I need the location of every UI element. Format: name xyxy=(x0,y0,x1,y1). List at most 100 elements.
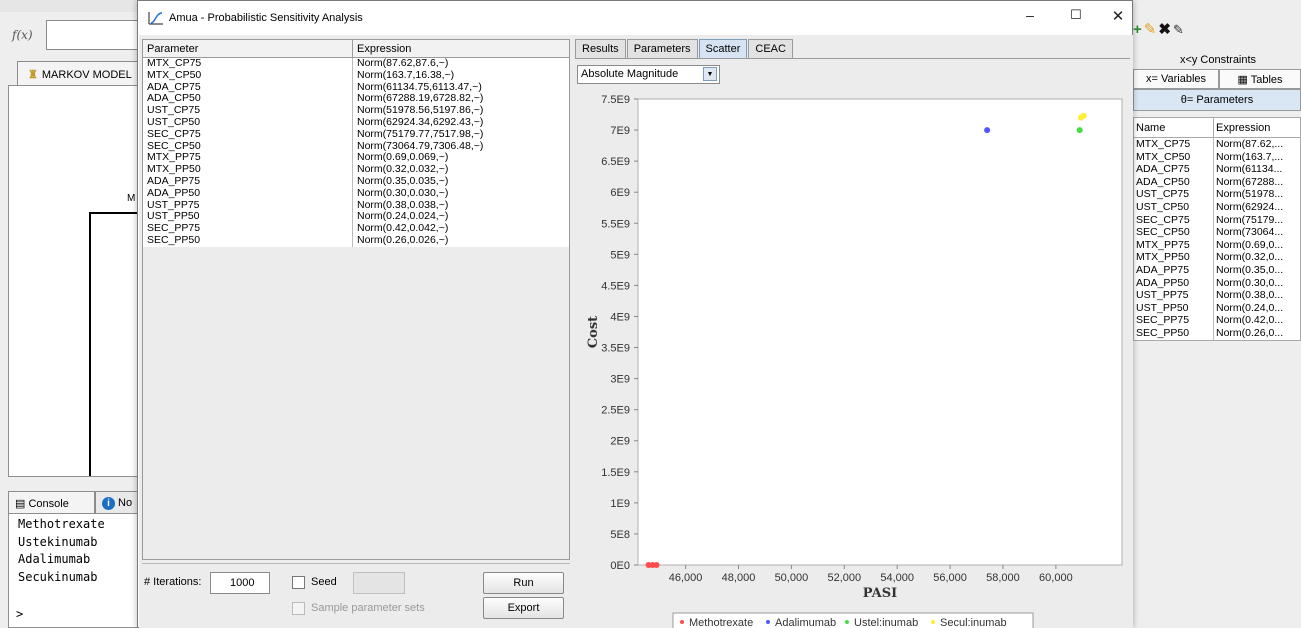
parameter-name-cell: MTX_PP75 xyxy=(1134,238,1214,252)
formula-input[interactable] xyxy=(46,20,140,50)
table-row[interactable]: ADA_PP75 Norm(0.35,0.035,~) xyxy=(143,175,569,188)
tree-node-label: M xyxy=(127,193,136,204)
table-row[interactable]: UST_PP50 Norm(0.24,0... xyxy=(1134,301,1300,315)
tab-results[interactable]: Results xyxy=(575,39,626,59)
table-row[interactable]: MTX_PP50 Norm(0.32,0... xyxy=(1134,251,1300,264)
y-tick-label: 1.5E9 xyxy=(601,467,630,479)
table-row[interactable]: UST_PP75 Norm(0.38,0.038,~) xyxy=(143,199,569,212)
scatter-chart[interactable]: 0E0 5E8 1E9 1.5E9 2E9 2.5E9 3E9 3.5E9 4E9 4.5E9 5E… xyxy=(575,91,1130,628)
table-row[interactable]: MTX_CP50 Norm(163.7,16.38,~) xyxy=(143,69,569,82)
scatter-panel: Absolute Magnitude ▼ 0E0 5E8 1E9 1.5E9 2E9 2.… xyxy=(575,61,1130,628)
table-row[interactable]: UST_PP50 Norm(0.24,0.024,~) xyxy=(143,211,569,224)
edit-icon[interactable]: ✎ xyxy=(1173,22,1186,37)
seed-input[interactable] xyxy=(353,572,405,594)
add-icon[interactable]: + xyxy=(1133,21,1144,38)
table-row[interactable]: ADA_CP50 Norm(67288... xyxy=(1134,175,1300,189)
parameter-expression-cell: Norm(0.32,0... xyxy=(1216,251,1284,264)
parameter-name-cell: MTX_CP75 xyxy=(1134,138,1214,151)
table-row[interactable]: MTX_PP50 Norm(0.32,0.032,~) xyxy=(143,164,569,176)
tables-tab[interactable]: ▦ Tables xyxy=(1219,69,1301,89)
column-header-name[interactable]: Name xyxy=(1134,118,1214,137)
parameter-name-cell: SEC_PP75 xyxy=(143,223,353,235)
minimize-button[interactable]: – xyxy=(1018,7,1042,31)
table-row[interactable]: SEC_CP50 Norm(73064.79,7306.48,~) xyxy=(143,140,569,153)
table-row[interactable]: SEC_PP75 Norm(0.42,0.042,~) xyxy=(143,223,569,235)
column-header-parameter[interactable]: Parameter xyxy=(143,40,353,57)
tab-scatter[interactable]: Scatter xyxy=(698,39,748,59)
right-parameter-table[interactable]: Name Expression MTX_CP75 Norm(87.62,... MT… xyxy=(1133,117,1301,341)
tab-notes[interactable]: i No xyxy=(95,491,140,513)
table-row[interactable]: MTX_CP50 Norm(163.7,... xyxy=(1134,150,1300,164)
parameter-table[interactable]: Parameter Expression MTX_CP75 Norm(87.62,… xyxy=(142,39,570,560)
table-row[interactable]: UST_CP75 Norm(51978.56,5197.86,~) xyxy=(143,105,569,117)
table-row[interactable]: MTX_CP75 Norm(87.62,87.6,~) xyxy=(143,58,569,70)
constraints-tab[interactable]: x<y Constraints xyxy=(1135,51,1301,69)
y-tick-label: 4E9 xyxy=(610,311,630,323)
magnitude-dropdown[interactable]: Absolute Magnitude ▼ xyxy=(577,65,720,84)
seed-checkbox[interactable] xyxy=(292,576,305,589)
table-row[interactable]: ADA_PP75 Norm(0.35,0... xyxy=(1134,263,1300,277)
parameter-expression-cell: Norm(51978... xyxy=(1216,188,1284,201)
parameter-expression-cell: Norm(0.42,0.042,~) xyxy=(357,223,449,235)
parameter-expression-cell: Norm(75179.77,7517.98,~) xyxy=(357,128,484,140)
tab-divider xyxy=(575,58,1130,59)
parameter-table-body: MTX_CP75 Norm(87.62,87.6,~) MTX_CP50 Norm(1… xyxy=(143,58,569,247)
table-row[interactable]: UST_CP50 Norm(62924... xyxy=(1134,200,1300,214)
console-prompt[interactable]: > xyxy=(16,607,23,621)
export-button[interactable]: Export xyxy=(483,597,564,619)
fx-icon: f(x) xyxy=(12,28,33,42)
table-row[interactable]: SEC_CP50 Norm(73064... xyxy=(1134,226,1300,239)
y-tick-label: 1E9 xyxy=(610,498,630,510)
delete-icon[interactable]: ✖ xyxy=(1158,21,1173,38)
table-row[interactable]: MTX_CP75 Norm(87.62,... xyxy=(1134,138,1300,151)
table-row[interactable]: ADA_PP50 Norm(0.30,0... xyxy=(1134,276,1300,290)
variables-tab[interactable]: x= Variables xyxy=(1133,69,1219,89)
console-output[interactable]: Methotrexate Ustekinumab Adalimumab Secu… xyxy=(8,513,140,628)
x-tick-label: 50,000 xyxy=(775,572,809,584)
parameter-name-cell: ADA_PP75 xyxy=(143,175,353,188)
table-row[interactable]: SEC_PP75 Norm(0.42,0... xyxy=(1134,314,1300,327)
plot-area[interactable] xyxy=(637,98,1123,566)
table-row[interactable]: SEC_PP50 Norm(0.26,0... xyxy=(1134,326,1300,340)
table-row[interactable]: SEC_CP75 Norm(75179.77,7517.98,~) xyxy=(143,128,569,141)
chevron-down-icon[interactable]: ▼ xyxy=(703,67,717,81)
legend-marker xyxy=(845,620,849,624)
tab-ceac[interactable]: CEAC xyxy=(748,39,793,59)
tab-console[interactable]: ▤ Console xyxy=(8,491,95,513)
table-row[interactable]: MTX_PP75 Norm(0.69,0.069,~) xyxy=(143,152,569,165)
parameter-expression-cell: Norm(62924... xyxy=(1216,200,1284,213)
table-row[interactable]: MTX_PP75 Norm(0.69,0... xyxy=(1134,238,1300,252)
parameter-name-cell: ADA_CP50 xyxy=(1134,175,1214,189)
close-button[interactable]: ✕ xyxy=(1106,7,1130,31)
sample-parameter-sets-checkbox[interactable] xyxy=(292,602,305,615)
run-button[interactable]: Run xyxy=(483,572,564,594)
table-icon: ▦ xyxy=(1237,74,1248,86)
table-row[interactable]: UST_CP50 Norm(62924.34,6292.43,~) xyxy=(143,116,569,129)
pencil-icon[interactable]: ✎ xyxy=(1144,21,1159,38)
legend-label: Secul:inumab xyxy=(940,617,1007,628)
parameter-expression-cell: Norm(163.7,... xyxy=(1216,150,1284,163)
table-row[interactable]: ADA_CP75 Norm(61134... xyxy=(1134,163,1300,176)
parameter-expression-cell: Norm(0.35,0... xyxy=(1216,263,1284,276)
iterations-label: # Iterations: xyxy=(144,576,202,588)
dialog-titlebar[interactable]: Amua - Probabilistic Sensitivity Analysi… xyxy=(138,1,1132,35)
model-canvas[interactable]: M xyxy=(8,85,140,477)
maximize-button[interactable]: ☐ xyxy=(1064,7,1088,31)
table-row[interactable]: UST_CP75 Norm(51978... xyxy=(1134,188,1300,201)
table-row[interactable]: SEC_CP75 Norm(75179... xyxy=(1134,213,1300,227)
column-header-expression[interactable]: Expression xyxy=(353,40,411,57)
table-row[interactable]: ADA_CP75 Norm(61134.75,6113.47,~) xyxy=(143,81,569,94)
column-header-expression[interactable]: Expression xyxy=(1214,118,1272,137)
table-row[interactable]: UST_PP75 Norm(0.38,0... xyxy=(1134,289,1300,302)
table-row[interactable]: SEC_PP50 Norm(0.26,0.026,~) xyxy=(143,234,569,247)
psa-dialog: Amua - Probabilistic Sensitivity Analysi… xyxy=(137,0,1133,628)
console-line: Methotrexate xyxy=(18,517,105,531)
x-tick-label: 58,000 xyxy=(986,572,1020,584)
table-row[interactable]: ADA_PP50 Norm(0.30,0.030,~) xyxy=(143,187,569,200)
tab-parameters[interactable]: Parameters xyxy=(626,39,698,59)
parameters-tab[interactable]: θ= Parameters xyxy=(1133,89,1301,111)
iterations-input[interactable]: 1000 xyxy=(210,572,270,594)
tab-markov-model[interactable]: ♜ MARKOV MODEL xyxy=(17,61,140,85)
parameter-name-cell: UST_PP75 xyxy=(143,199,353,212)
table-row[interactable]: ADA_CP50 Norm(67288.19,6728.82,~) xyxy=(143,93,569,106)
